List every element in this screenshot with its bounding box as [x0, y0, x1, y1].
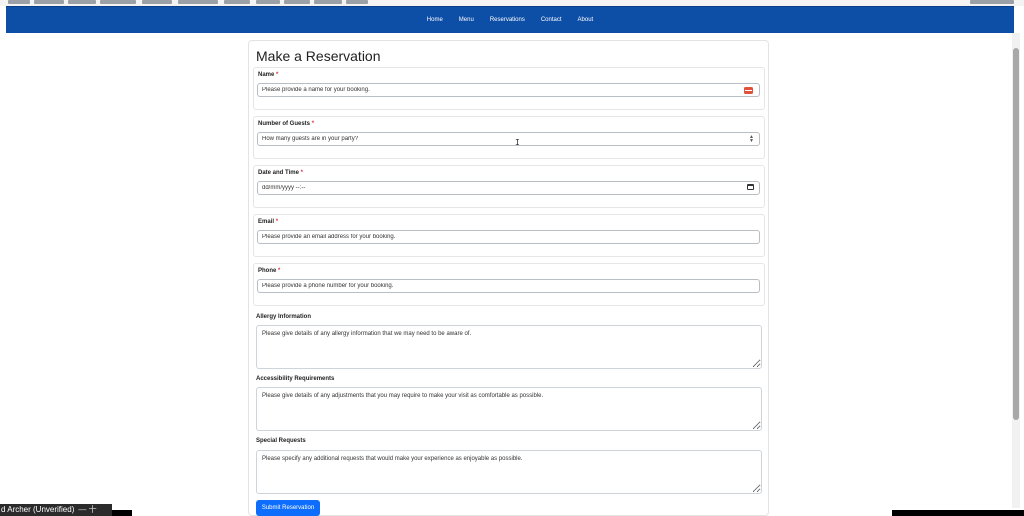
bookmark[interactable] [256, 0, 280, 4]
accessibility-label: Accessibility Requirements [256, 376, 335, 382]
guests-label: Number of Guests * [258, 121, 315, 127]
nav-link-reservations[interactable]: Reservations [490, 7, 525, 33]
page-scrollbar-thumb[interactable] [1013, 48, 1019, 420]
bookmark[interactable] [8, 0, 30, 4]
special-textarea[interactable] [256, 450, 762, 494]
name-label: Name * [258, 72, 279, 78]
required-marker: * [311, 121, 315, 127]
taskbar-strip [112, 510, 132, 516]
special-label: Special Requests [256, 438, 306, 444]
nav-links: Home Menu Reservations Contact About [6, 7, 1014, 33]
required-marker: * [276, 72, 279, 78]
bookmark[interactable] [68, 0, 96, 4]
bookmark[interactable] [100, 0, 136, 4]
bookmark[interactable] [178, 0, 218, 4]
datetime-input[interactable] [257, 181, 760, 195]
allergy-textarea[interactable] [256, 325, 762, 369]
email-label: Email * [258, 219, 279, 225]
name-input[interactable] [257, 83, 760, 97]
taskbar-strip [892, 510, 1024, 516]
navbar: Home Menu Reservations Contact About [6, 6, 1014, 33]
bookmark[interactable] [34, 0, 64, 4]
bookmark[interactable] [224, 0, 250, 4]
allergy-label: Allergy Information [256, 314, 312, 320]
bookmark[interactable] [142, 0, 172, 4]
taskbar-user[interactable]: d Archer (Unverified) — 十 [0, 504, 112, 516]
accessibility-textarea[interactable] [256, 387, 762, 431]
phone-input[interactable] [257, 279, 760, 293]
phone-label: Phone * [258, 268, 281, 274]
page-title: Make a Reservation [256, 48, 381, 64]
text-cursor-icon: I [515, 138, 520, 147]
user-label: d Archer (Unverified) [1, 505, 75, 514]
required-marker: * [275, 219, 279, 225]
nav-link-menu[interactable]: Menu [459, 7, 474, 33]
taskbar-symbols: — 十 [78, 505, 97, 514]
bookmark[interactable] [284, 0, 310, 4]
required-marker: * [300, 170, 303, 176]
guests-input[interactable] [257, 132, 760, 146]
required-marker: * [278, 268, 281, 274]
nav-link-contact[interactable]: Contact [541, 7, 562, 33]
datetime-label: Date and Time * [258, 170, 303, 176]
submit-reservation-button[interactable]: Submit Reservation [256, 500, 320, 516]
email-input[interactable] [257, 230, 760, 244]
nav-link-about[interactable]: About [578, 7, 594, 33]
autofill-icon[interactable] [744, 87, 753, 94]
spinner-icon[interactable]: ▲ ▼ [749, 135, 754, 144]
bookmark[interactable] [346, 0, 368, 4]
nav-link-home[interactable]: Home [427, 7, 443, 33]
bookmark[interactable] [970, 0, 1014, 4]
calendar-icon[interactable] [747, 184, 754, 190]
bookmark[interactable] [314, 0, 342, 4]
